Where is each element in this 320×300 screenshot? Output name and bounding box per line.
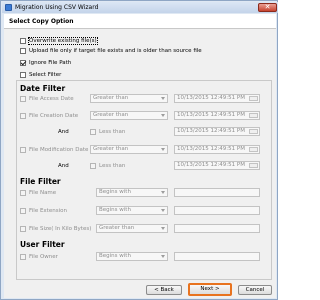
overwrite-option[interactable]: Overwrite existing file(s) — [20, 37, 98, 45]
overwrite-checkbox[interactable] — [20, 38, 26, 44]
upload-if-older-option[interactable]: Upload file only if target file exists a… — [20, 47, 202, 55]
file-size-label: File Size( In Kilo Bytes) — [29, 226, 92, 232]
access-date-label: File Access Date — [29, 96, 74, 102]
file-size-operator-select[interactable]: Greater than — [96, 224, 168, 233]
creation-and-label: And — [58, 129, 69, 135]
access-date-checkbox[interactable] — [20, 96, 26, 102]
ignore-path-option[interactable]: Ignore File Path — [20, 59, 71, 67]
title-bar[interactable]: Migration Using CSV Wizard ✕ — [2, 2, 278, 13]
upload-if-older-checkbox[interactable] — [20, 48, 26, 54]
calendar-dropdown-icon[interactable] — [249, 113, 258, 118]
chevron-down-icon — [161, 191, 165, 194]
app-icon — [5, 4, 12, 11]
file-extension-operator-value: Begins with — [99, 207, 131, 213]
file-owner-operator-select[interactable]: Begins with — [96, 252, 168, 261]
modification-date-value: 10/13/2015 12:49:51 PM — [177, 146, 245, 152]
wizard-content: Select Copy Option Overwrite existing fi… — [4, 14, 276, 298]
file-size-input[interactable] — [174, 224, 260, 233]
modification-less-than-row[interactable]: Less than — [90, 162, 125, 170]
creation-less-than-row[interactable]: Less than — [90, 128, 125, 136]
calendar-dropdown-icon[interactable] — [249, 147, 258, 152]
file-name-input[interactable] — [174, 188, 260, 197]
creation-less-than-label: Less than — [99, 129, 126, 135]
modification-date-row[interactable]: File Modification Date — [20, 146, 88, 154]
wizard-header: Select Copy Option — [4, 14, 276, 29]
date-filter-title: Date Filter — [20, 84, 66, 93]
file-name-label: File Name — [29, 190, 57, 196]
modification-date-checkbox[interactable] — [20, 147, 26, 153]
creation-date-operator-select[interactable]: Greater than — [90, 111, 168, 120]
modification-less-than-checkbox[interactable] — [90, 163, 96, 169]
calendar-dropdown-icon[interactable] — [249, 96, 258, 101]
ignore-path-checkbox[interactable] — [20, 60, 26, 66]
file-filter-title: File Filter — [20, 177, 61, 186]
chevron-down-icon — [161, 255, 165, 258]
access-date-row[interactable]: File Access Date — [20, 95, 74, 103]
file-owner-operator-value: Begins with — [99, 253, 131, 259]
file-owner-row[interactable]: File Owner — [20, 253, 58, 261]
file-extension-row[interactable]: File Extension — [20, 207, 67, 215]
page-title: Select Copy Option — [9, 18, 74, 25]
cancel-button[interactable]: Cancel — [238, 285, 272, 295]
calendar-dropdown-icon[interactable] — [249, 163, 258, 168]
file-extension-operator-select[interactable]: Begins with — [96, 206, 168, 215]
ignore-path-label: Ignore File Path — [29, 60, 72, 66]
modification-and-label: And — [58, 163, 69, 169]
chevron-down-icon — [161, 114, 165, 117]
overwrite-label: Overwrite existing file(s) — [28, 37, 98, 45]
file-name-row[interactable]: File Name — [20, 189, 56, 197]
creation-date-row[interactable]: File Creation Date — [20, 112, 78, 120]
file-size-operator-value: Greater than — [99, 225, 135, 231]
chevron-down-icon — [161, 209, 165, 212]
access-date-value: 10/13/2015 12:49:51 PM — [177, 95, 245, 101]
modification-date-picker[interactable]: 10/13/2015 12:49:51 PM — [174, 145, 260, 154]
modification-less-than-label: Less than — [99, 163, 126, 169]
modification-date-operator-value: Greater than — [93, 146, 129, 152]
file-owner-checkbox[interactable] — [20, 254, 26, 260]
next-button[interactable]: Next > — [188, 283, 232, 296]
file-owner-label: File Owner — [29, 254, 58, 260]
file-extension-input[interactable] — [174, 206, 260, 215]
chevron-down-icon — [161, 97, 165, 100]
select-filter-option[interactable]: Select Filter — [20, 71, 61, 79]
upload-if-older-label: Upload file only if target file exists a… — [29, 48, 202, 54]
file-name-operator-value: Begins with — [99, 189, 131, 195]
creation-less-than-picker[interactable]: 10/13/2015 12:49:51 PM — [174, 127, 260, 136]
window-title: Migration Using CSV Wizard — [15, 4, 99, 11]
file-name-operator-select[interactable]: Begins with — [96, 188, 168, 197]
creation-date-label: File Creation Date — [29, 113, 79, 119]
modification-less-than-picker[interactable]: 10/13/2015 12:49:51 PM — [174, 161, 260, 170]
file-extension-checkbox[interactable] — [20, 208, 26, 214]
file-owner-input[interactable] — [174, 252, 260, 261]
file-size-row[interactable]: File Size( In Kilo Bytes) — [20, 225, 91, 233]
creation-date-checkbox[interactable] — [20, 113, 26, 119]
creation-date-operator-value: Greater than — [93, 112, 129, 118]
modification-date-operator-select[interactable]: Greater than — [90, 145, 168, 154]
creation-date-picker[interactable]: 10/13/2015 12:49:51 PM — [174, 111, 260, 120]
access-date-operator-select[interactable]: Greater than — [90, 94, 168, 103]
wizard-window: Migration Using CSV Wizard ✕ Select Copy… — [0, 0, 278, 300]
file-name-checkbox[interactable] — [20, 190, 26, 196]
access-date-picker[interactable]: 10/13/2015 12:49:51 PM — [174, 94, 260, 103]
modification-less-than-value: 10/13/2015 12:49:51 PM — [177, 162, 245, 168]
user-filter-title: User Filter — [20, 240, 65, 249]
back-button[interactable]: < Back — [146, 285, 182, 295]
chevron-down-icon — [161, 227, 165, 230]
select-filter-checkbox[interactable] — [20, 72, 26, 78]
creation-less-than-checkbox[interactable] — [90, 129, 96, 135]
close-button[interactable]: ✕ — [258, 3, 277, 12]
file-size-checkbox[interactable] — [20, 226, 26, 232]
creation-date-value: 10/13/2015 12:49:51 PM — [177, 112, 245, 118]
file-extension-label: File Extension — [29, 208, 67, 214]
chevron-down-icon — [161, 148, 165, 151]
creation-less-than-value: 10/13/2015 12:49:51 PM — [177, 128, 245, 134]
access-date-operator-value: Greater than — [93, 95, 129, 101]
select-filter-label: Select Filter — [29, 72, 62, 78]
calendar-dropdown-icon[interactable] — [249, 129, 258, 134]
modification-date-label: File Modification Date — [29, 147, 89, 153]
